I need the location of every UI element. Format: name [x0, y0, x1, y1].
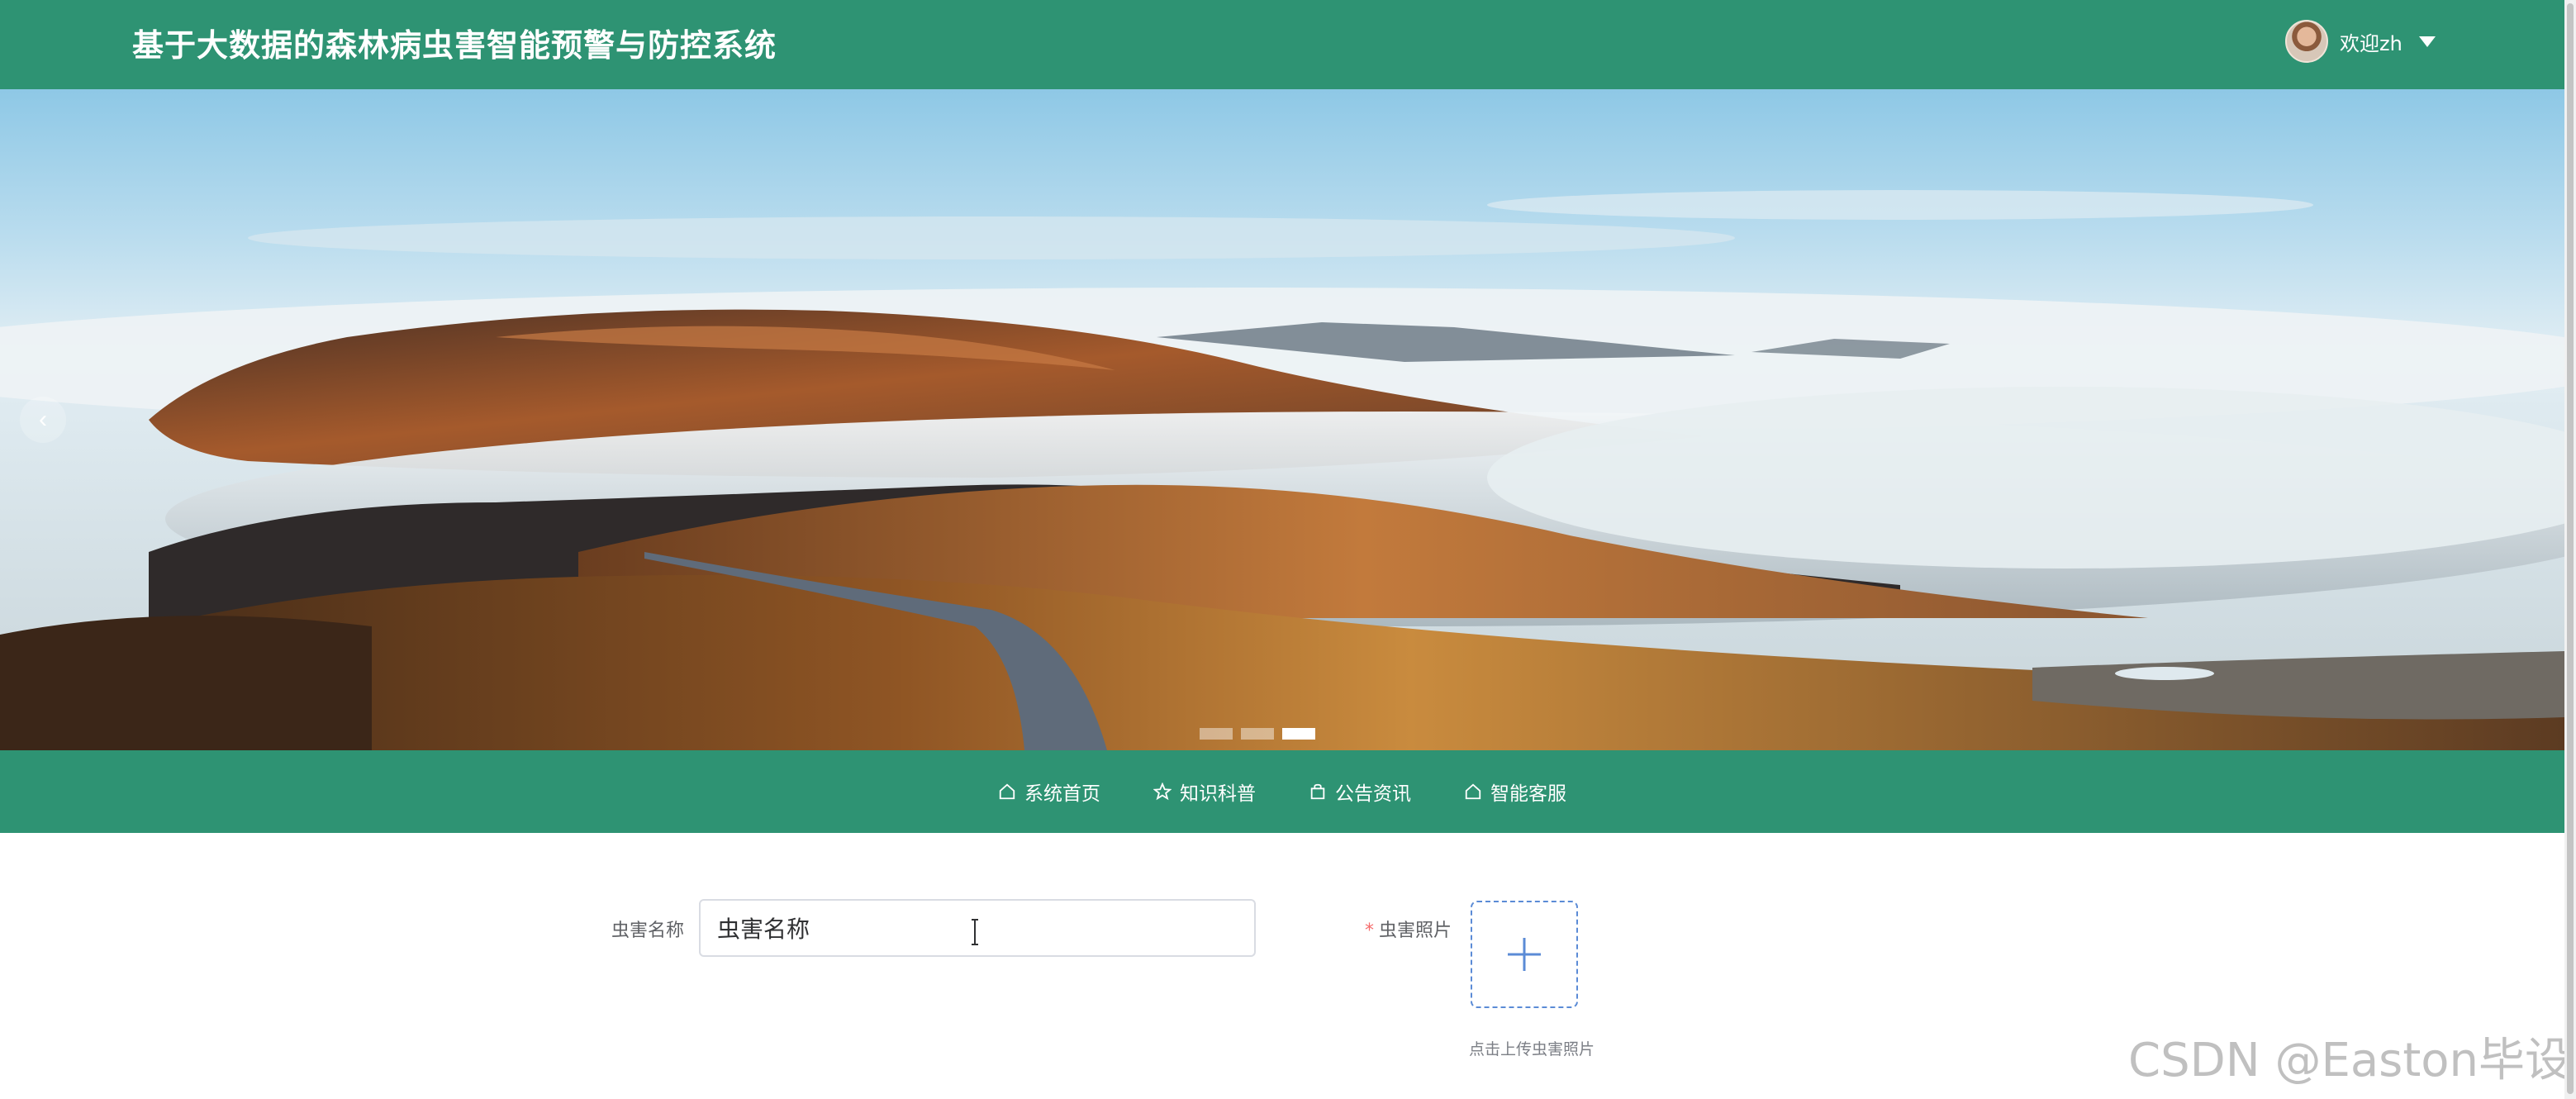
nav-item-label: 系统首页	[1024, 783, 1100, 805]
banner-carousel: ‹	[0, 89, 2564, 750]
carousel-dot[interactable]	[1200, 728, 1233, 740]
bag-icon	[1310, 783, 1325, 800]
carousel-dot[interactable]	[1241, 728, 1274, 740]
plus-icon	[1508, 938, 1541, 971]
site-title: 基于大数据的森林病虫害智能预警与防控系统	[132, 27, 777, 64]
nav-item-label: 知识科普	[1180, 783, 1256, 805]
nav-item-label: 公告资讯	[1335, 783, 1411, 805]
pest-name-label: 虫害名称	[611, 921, 685, 941]
carousel-indicators	[1200, 728, 1315, 740]
dropdown-caret-icon[interactable]	[2418, 36, 2436, 47]
banner-image	[0, 89, 2564, 750]
scrollbar-thumb[interactable]	[2567, 3, 2574, 1094]
upload-hint: 点击上传虫害照片	[1469, 1040, 1595, 1059]
nav-item-home[interactable]: 系统首页	[998, 778, 1100, 806]
vertical-scrollbar[interactable]	[2564, 0, 2576, 1099]
home-icon	[1465, 783, 1481, 800]
nav-item-service[interactable]: 智能客服	[1464, 778, 1566, 806]
required-mark: *	[1365, 921, 1374, 941]
carousel-dot-active[interactable]	[1282, 728, 1315, 740]
nav-item-news[interactable]: 公告资讯	[1309, 778, 1411, 806]
nav-item-knowledge[interactable]: 知识科普	[1153, 778, 1256, 806]
banner-prev-arrow[interactable]: ‹	[20, 397, 66, 443]
nav-item-label: 智能客服	[1490, 783, 1566, 805]
text-cursor-icon	[972, 919, 978, 945]
pest-photo-label-text: 虫害照片	[1379, 921, 1452, 941]
user-avatar[interactable]	[2285, 20, 2328, 63]
star-icon	[1153, 783, 1172, 801]
user-menu[interactable]: 欢迎zh	[2285, 18, 2436, 64]
watermark: CSDN @Easton毕设	[2128, 1034, 2564, 1087]
main-nav: 系统首页 知识科普 公告资讯 智能客服	[0, 750, 2564, 833]
home-icon	[999, 783, 1015, 800]
top-header: 基于大数据的森林病虫害智能预警与防控系统 欢迎zh	[0, 0, 2564, 89]
photo-upload-button[interactable]	[1471, 901, 1578, 1008]
welcome-text[interactable]: 欢迎zh	[2340, 27, 2403, 56]
pest-photo-label: * 虫害照片	[1365, 916, 1452, 942]
